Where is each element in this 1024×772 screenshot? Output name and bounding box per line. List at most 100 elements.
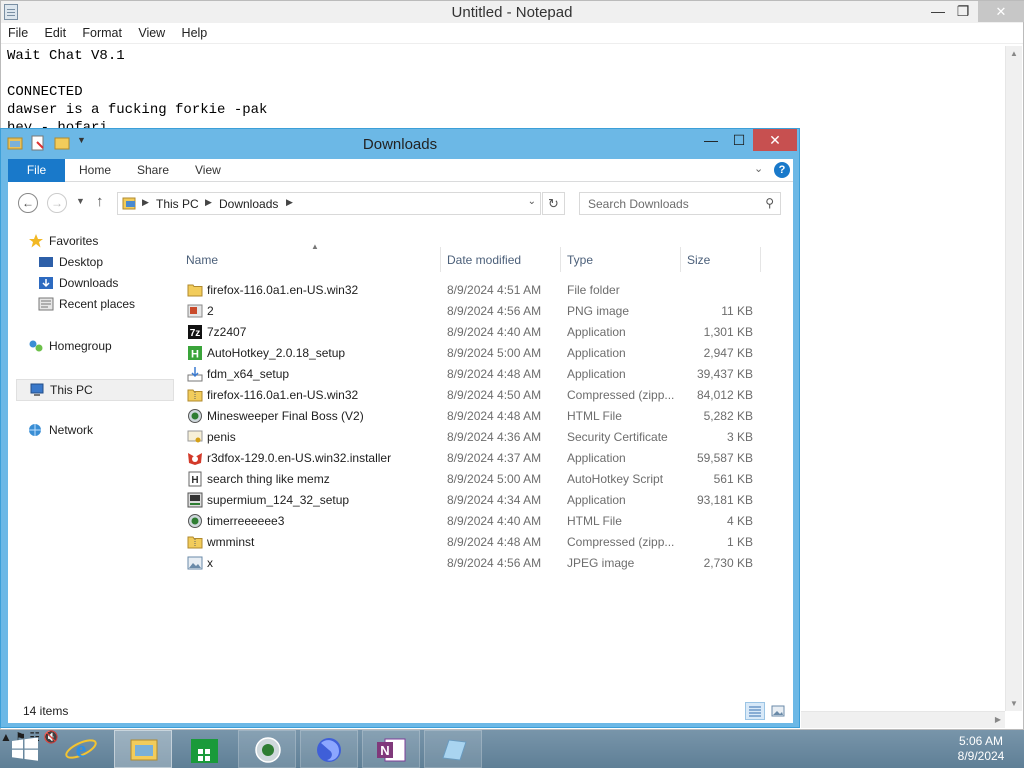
close-button[interactable]: ✕	[978, 1, 1024, 22]
file-row[interactable]: Hsearch thing like memz 8/9/2024 5:00 AM A…	[185, 469, 765, 490]
address-segment-this-pc[interactable]: This PC	[156, 197, 199, 211]
expand-ribbon-icon[interactable]: ⌄	[754, 162, 763, 175]
file-name: firefox-116.0a1.en-US.win32	[207, 388, 359, 402]
menu-format[interactable]: Format	[75, 23, 128, 40]
details-view-button[interactable]	[745, 702, 765, 720]
tab-file[interactable]: File	[8, 159, 65, 182]
search-input[interactable]	[580, 193, 755, 214]
file-type: Security Certificate	[567, 430, 668, 444]
address-separator-icon[interactable]: ▶	[205, 197, 212, 208]
forward-button[interactable]: →	[47, 193, 67, 213]
search-icon[interactable]: ⚲	[765, 196, 774, 210]
setup-icon	[187, 492, 203, 508]
address-separator-icon[interactable]: ▶	[142, 197, 149, 208]
address-bar[interactable]: ▶ This PC ▶ Downloads ▶ ⌄	[117, 192, 541, 215]
file-row[interactable]: timerreeeeee3 8/9/2024 4:40 AM HTML File 4 …	[185, 511, 765, 532]
column-divider[interactable]	[760, 247, 761, 272]
taskbar-firefox[interactable]	[300, 730, 358, 768]
taskbar-notepad[interactable]	[424, 730, 482, 768]
taskbar-internet-explorer[interactable]: e	[52, 730, 110, 768]
file-row[interactable]: fdm_x64_setup 8/9/2024 4:48 AM Application…	[185, 364, 765, 385]
column-header-date[interactable]: Date modified	[447, 253, 521, 267]
column-header-type[interactable]: Type	[567, 253, 593, 267]
column-header-size[interactable]: Size	[687, 253, 710, 267]
start-button[interactable]	[0, 730, 50, 768]
back-button[interactable]: ←	[18, 193, 38, 213]
address-dropdown-icon[interactable]: ⌄	[528, 196, 536, 207]
address-separator-icon[interactable]: ▶	[286, 197, 293, 208]
file-row[interactable]: 2 8/9/2024 4:56 AM PNG image 11 KB	[185, 301, 765, 322]
explorer-title-bar[interactable]: ▼ Downloads — ☐ ✕	[1, 129, 799, 159]
horizontal-scrollbar[interactable]: ▶	[801, 711, 1005, 728]
nav-item-desktop[interactable]: Desktop	[38, 254, 103, 274]
file-row[interactable]: penis 8/9/2024 4:36 AM Security Certificat…	[185, 427, 765, 448]
nav-item-favorites[interactable]: Favorites	[28, 233, 98, 253]
file-row[interactable]: supermium_124_32_setup 8/9/2024 4:34 AM Ap…	[185, 490, 765, 511]
large-icons-view-button[interactable]	[768, 702, 788, 720]
notepad-text-area[interactable]: Wait Chat V8.1 CONNECTED dawser is a fuck…	[7, 47, 267, 137]
file-name: 2	[207, 304, 214, 318]
nav-label: Desktop	[59, 254, 104, 269]
column-divider[interactable]	[440, 247, 441, 272]
minimize-button[interactable]: —	[926, 1, 950, 22]
file-name: fdm_x64_setup	[207, 367, 290, 381]
firefox-icon	[317, 738, 341, 762]
menu-edit[interactable]: Edit	[38, 23, 73, 40]
column-header-name[interactable]: Name	[186, 253, 218, 267]
tab-view[interactable]: View	[195, 159, 221, 182]
windows-logo-icon	[12, 737, 38, 761]
vertical-scrollbar[interactable]: ▲ ▼	[1005, 46, 1022, 711]
menu-view[interactable]: View	[131, 23, 171, 40]
file-row[interactable]: r3dfox-129.0.en-US.win32.installer 8/9/20…	[185, 448, 765, 469]
nav-item-recent-places[interactable]: Recent places	[38, 296, 135, 316]
nav-item-this-pc[interactable]: This PC	[16, 379, 174, 401]
recent-locations-icon[interactable]: ▼	[76, 196, 85, 206]
taskbar-onenote[interactable]: N	[362, 730, 420, 768]
file-name: firefox-116.0a1.en-US.win32	[207, 283, 359, 297]
file-row[interactable]: x 8/9/2024 4:56 AM JPEG image 2,730 KB	[185, 553, 765, 574]
scroll-down-icon[interactable]: ▼	[1010, 699, 1018, 708]
file-row[interactable]: firefox-116.0a1.en-US.win32 8/9/2024 4:51…	[185, 280, 765, 301]
address-segment-downloads[interactable]: Downloads	[219, 197, 278, 211]
notepad-title-bar[interactable]: Untitled - Notepad — ❐ ✕	[1, 1, 1024, 23]
file-size: 11 KB	[721, 304, 753, 318]
column-divider[interactable]	[680, 247, 681, 272]
minimize-button[interactable]: —	[697, 129, 725, 151]
up-button[interactable]: ↑	[96, 193, 104, 210]
file-size: 5,282 KB	[703, 409, 753, 423]
taskbar-app-globe[interactable]	[238, 730, 296, 768]
nav-item-downloads[interactable]: Downloads	[38, 275, 118, 295]
file-row[interactable]: firefox-116.0a1.en-US.win32 8/9/2024 4:50…	[185, 385, 765, 406]
taskbar-store[interactable]	[176, 730, 234, 768]
column-divider[interactable]	[560, 247, 561, 272]
taskbar-file-explorer[interactable]	[114, 730, 172, 768]
refresh-button[interactable]: ↻	[542, 192, 565, 215]
scroll-up-icon[interactable]: ▲	[1010, 49, 1018, 58]
restore-button[interactable]: ❐	[951, 1, 975, 22]
tab-share[interactable]: Share	[137, 159, 169, 182]
maximize-button[interactable]: ☐	[725, 129, 753, 151]
nav-label: This PC	[50, 382, 93, 397]
svg-text:H: H	[191, 349, 199, 361]
navigation-pane: Favorites Desktop Downloads Recent place…	[8, 229, 174, 689]
nav-item-network[interactable]: Network	[28, 422, 93, 442]
file-row[interactable]: 7z 7z2407 8/9/2024 4:40 AM Application 1,301…	[185, 322, 765, 343]
tab-home[interactable]: Home	[79, 159, 111, 182]
close-button[interactable]: ✕	[753, 129, 797, 151]
help-icon[interactable]: ?	[774, 162, 790, 178]
file-date: 8/9/2024 4:37 AM	[447, 451, 542, 465]
file-row[interactable]: Minesweeper Final Boss (V2) 8/9/2024 4:48…	[185, 406, 765, 427]
menu-help[interactable]: Help	[175, 23, 214, 40]
nav-item-homegroup[interactable]: Homegroup	[28, 338, 112, 358]
r3dfox-icon	[187, 450, 203, 466]
file-row[interactable]: wmminst 8/9/2024 4:48 AM Compressed (zipp.…	[185, 532, 765, 553]
7zip-icon: 7z	[187, 324, 203, 340]
menu-file[interactable]: File	[1, 23, 34, 40]
file-list: ▲ Name Date modified Type Size firefox-1…	[185, 223, 785, 693]
scroll-right-icon[interactable]: ▶	[995, 715, 1001, 724]
system-clock[interactable]: 5:06 AM 8/9/2024	[948, 734, 1014, 764]
file-row[interactable]: H AutoHotkey_2.0.18_setup 8/9/2024 5:00 AM…	[185, 343, 765, 364]
search-box[interactable]: ⚲	[579, 192, 781, 215]
file-date: 8/9/2024 4:48 AM	[447, 367, 542, 381]
file-date: 8/9/2024 4:40 AM	[447, 325, 542, 339]
